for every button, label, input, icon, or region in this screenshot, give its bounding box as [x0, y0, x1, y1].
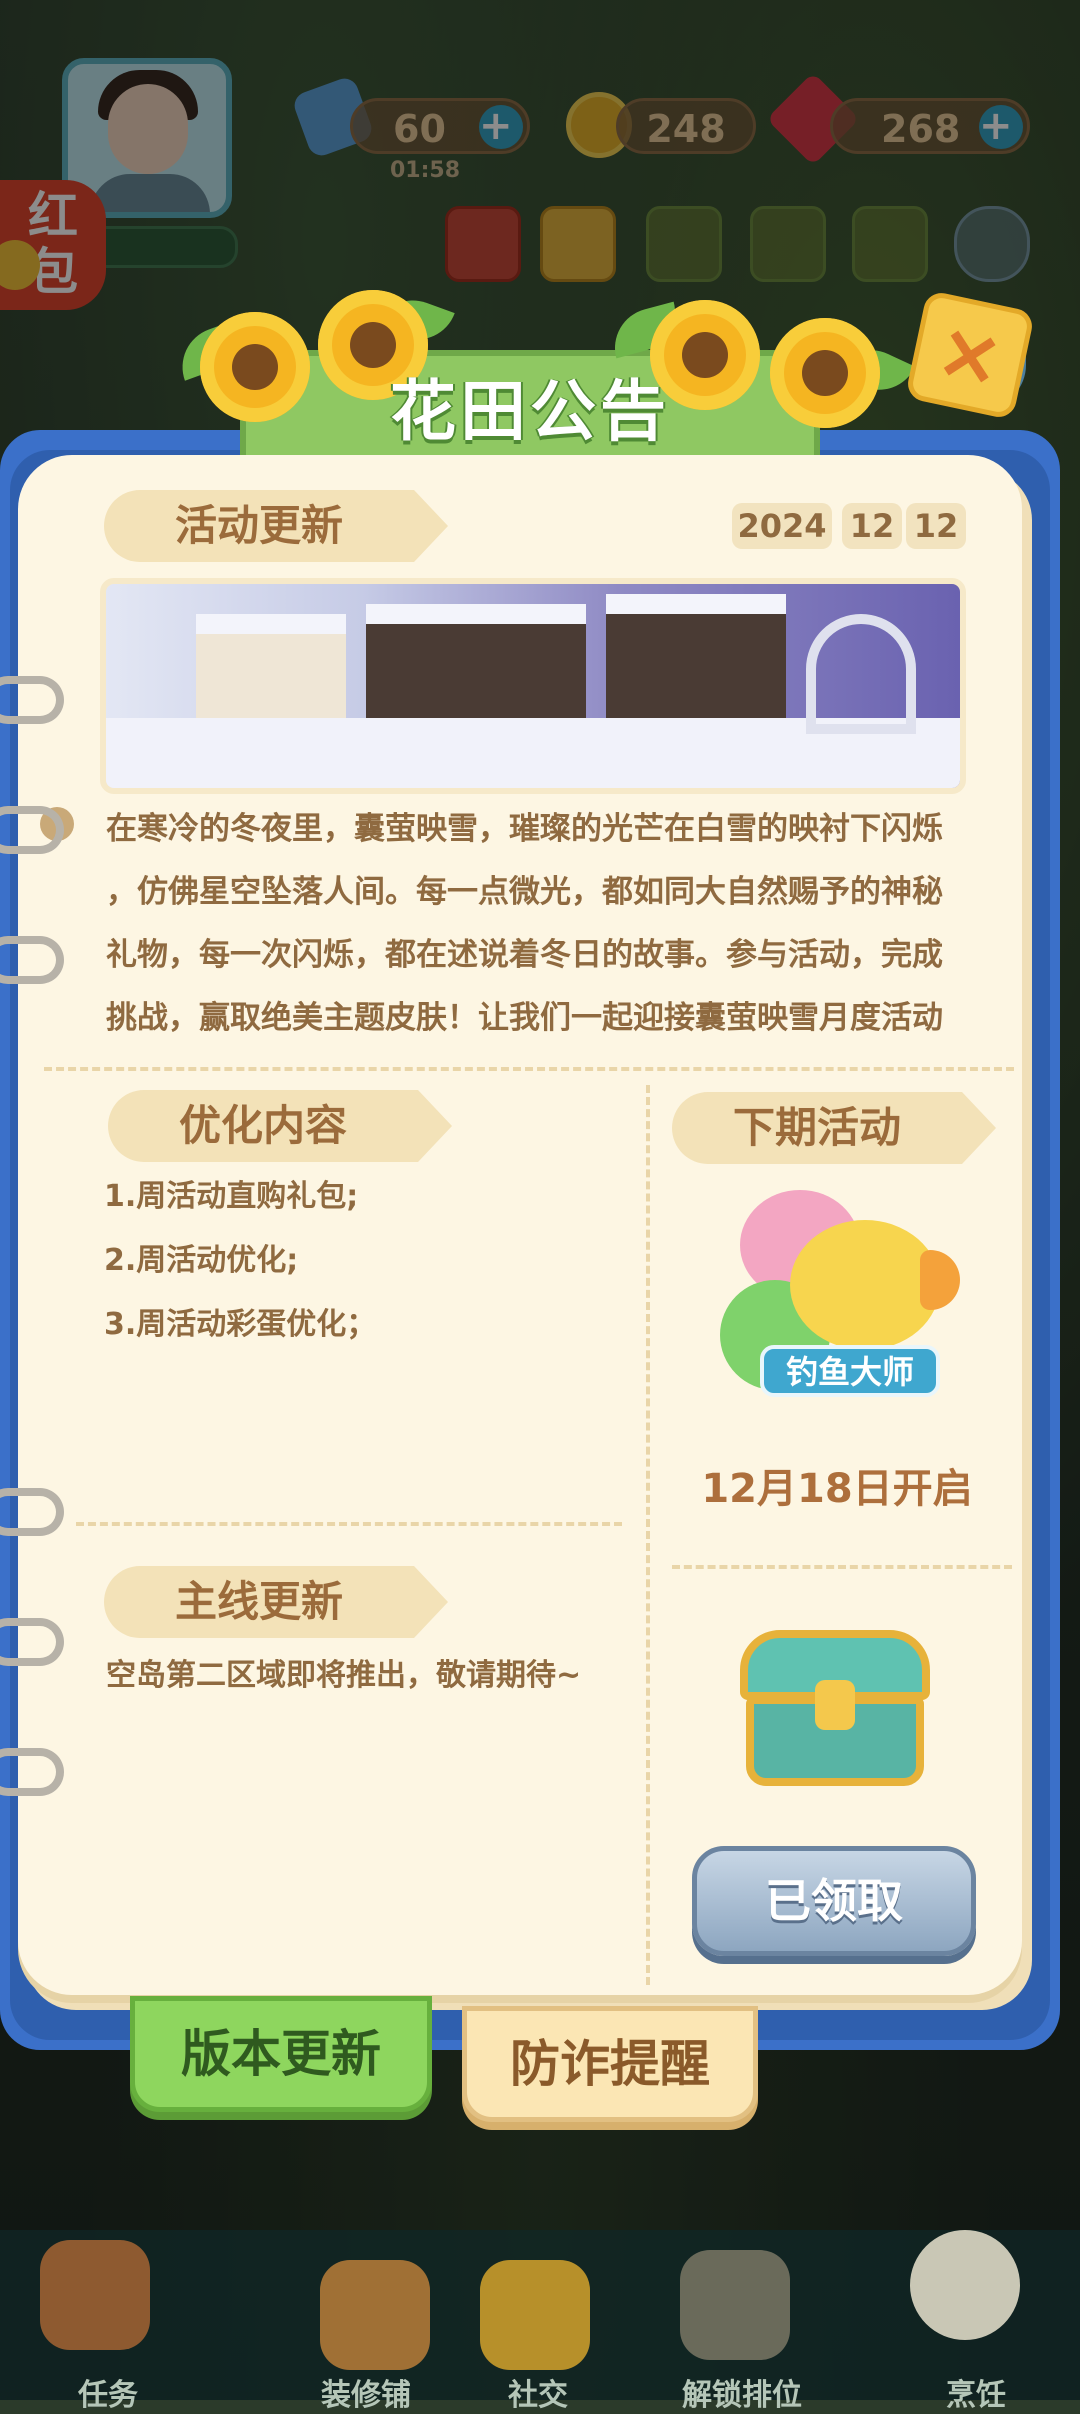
close-button[interactable]: × — [904, 289, 1036, 421]
tab-fraud-alert[interactable]: 防诈提醒 — [462, 2006, 758, 2122]
optimization-list: 1.周活动直购礼包; 2.周活动优化; 3.周活动彩蛋优化； — [104, 1165, 376, 1357]
locked-ranking-icon[interactable] — [680, 2250, 790, 2360]
section-divider — [672, 1565, 1012, 1569]
decor-shop-icon[interactable] — [320, 2260, 430, 2370]
nav-item-social[interactable]: 社交 — [438, 2370, 638, 2414]
nav-item-task[interactable]: 任务 — [8, 2370, 208, 2414]
spiral-ring — [0, 1488, 64, 1536]
banner-house — [606, 594, 786, 724]
activity-text-line: ，仿佛星空坠落人间。每一点微光，都如同大自然赐予的神秘 — [106, 874, 943, 910]
next-event-heading: 下期活动 — [672, 1092, 996, 1164]
nav-item-ranking[interactable]: 解锁排位 — [642, 2370, 842, 2414]
task-icon[interactable] — [40, 2240, 150, 2350]
list-item: 3.周活动彩蛋优化； — [104, 1307, 377, 1342]
activity-update-heading: 活动更新 — [104, 490, 448, 562]
yellow-fish-icon — [790, 1220, 940, 1350]
event-start-date: 12月18日开启 — [701, 1466, 973, 1512]
spiral-ring — [0, 806, 64, 854]
tab-version-update[interactable]: 版本更新 — [130, 1996, 432, 2112]
spiral-ring — [0, 1618, 64, 1666]
list-item: 1.周活动直购礼包; — [104, 1179, 359, 1214]
treasure-chest-icon — [740, 1630, 930, 1790]
activity-text-line: 在寒冷的冬夜里，囊萤映雪，璀璨的光芒在白雪的映衬下闪烁 — [106, 811, 943, 847]
optimization-heading: 优化内容 — [108, 1090, 452, 1162]
spiral-ring — [0, 936, 64, 984]
activity-banner-image — [100, 578, 966, 794]
list-item: 2.周活动优化; — [104, 1243, 299, 1278]
activity-description: 在寒冷的冬夜里，囊萤映雪，璀璨的光芒在白雪的映衬下闪烁 ，仿佛星空坠落人间。每一… — [106, 798, 1006, 1050]
section-divider — [76, 1522, 622, 1526]
notice-title: 花田公告 — [390, 373, 670, 450]
cooking-icon[interactable] — [910, 2230, 1020, 2340]
fish-tail-icon — [920, 1250, 960, 1310]
main-update-heading: 主线更新 — [104, 1566, 448, 1638]
claimed-button[interactable]: 已领取 — [692, 1846, 976, 1956]
activity-text-line: 挑战，赢取绝美主题皮肤！让我们一起迎接囊萤映雪月度活动 — [106, 1000, 943, 1036]
event-name-badge: 钓鱼大师 — [760, 1345, 940, 1397]
lock-icon — [815, 1680, 855, 1730]
close-icon: × — [928, 304, 1012, 406]
column-divider — [646, 1085, 650, 1985]
date-month: 12 — [842, 503, 902, 549]
nav-item-decor-shop[interactable]: 装修铺 — [266, 2370, 466, 2414]
main-update-text: 空岛第二区域即将推出，敬请期待~ — [106, 1658, 582, 1693]
social-icon[interactable] — [480, 2260, 590, 2370]
spiral-ring — [0, 676, 64, 724]
banner-moon-gate — [806, 614, 916, 734]
nav-item-cooking[interactable]: 烹饪 — [876, 2370, 1076, 2414]
activity-text-line: 礼物，每一次闪烁，都在述说着冬日的故事。参与活动，完成 — [106, 937, 943, 973]
date-day: 12 — [906, 503, 966, 549]
date-year: 2024 — [732, 503, 832, 549]
section-divider — [44, 1067, 1014, 1071]
spiral-ring — [0, 1748, 64, 1796]
